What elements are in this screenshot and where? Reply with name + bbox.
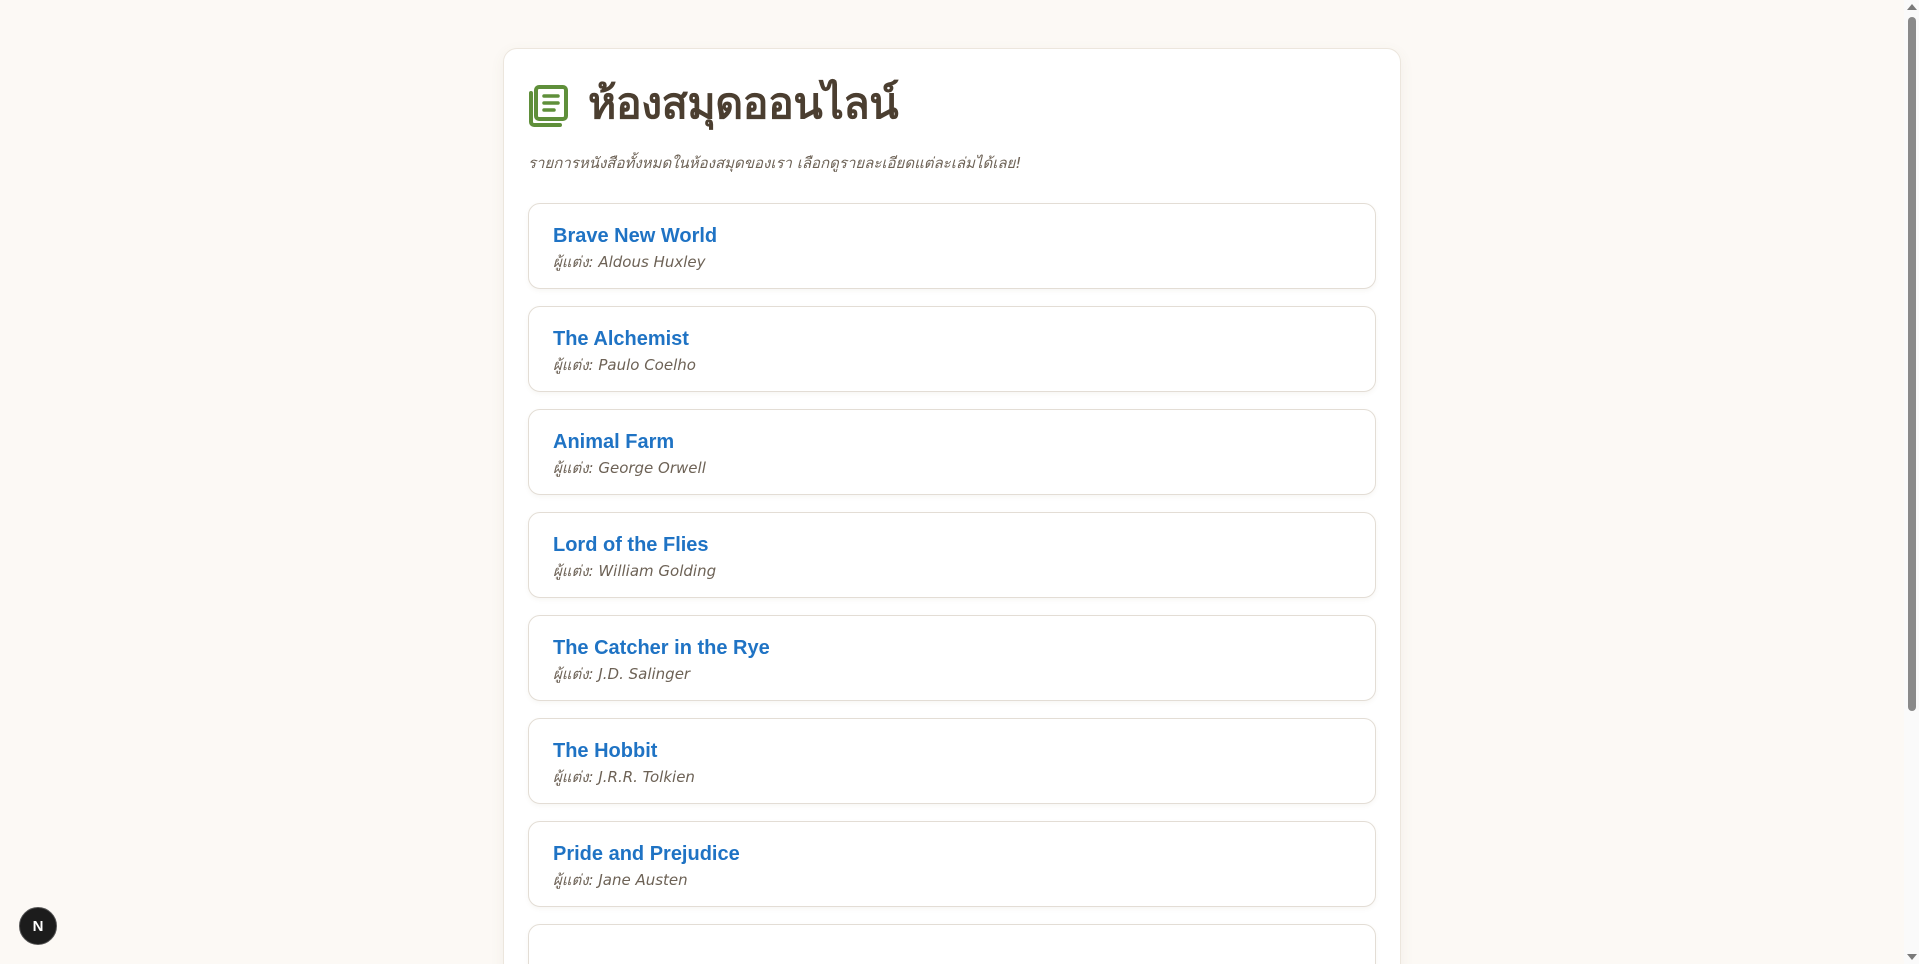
book-title-link[interactable]: Lord of the Flies — [553, 533, 1351, 557]
scroll-up-arrow-icon[interactable] — [1907, 4, 1917, 10]
book-list-item[interactable]: The Alchemist ผู้แต่ง: Paulo Coelho — [528, 306, 1376, 392]
book-list-item[interactable] — [528, 924, 1376, 964]
book-title-link[interactable]: The Alchemist — [553, 327, 1351, 351]
book-list-item[interactable]: The Hobbit ผู้แต่ง: J.R.R. Tolkien — [528, 718, 1376, 804]
book-author: ผู้แต่ง: J.R.R. Tolkien — [553, 768, 695, 786]
book-list-item[interactable]: Animal Farm ผู้แต่ง: George Orwell — [528, 409, 1376, 495]
vertical-scrollbar[interactable] — [1904, 0, 1919, 964]
book-title-link[interactable]: Animal Farm — [553, 430, 1351, 454]
book-author: ผู้แต่ง: William Golding — [553, 562, 717, 580]
book-list-item[interactable]: Pride and Prejudice ผู้แต่ง: Jane Austen — [528, 821, 1376, 907]
page: ห้องสมุดออนไลน์ รายการหนังสือทั้งหมดในห้… — [0, 0, 1919, 964]
book-author: ผู้แต่ง: Jane Austen — [553, 871, 688, 889]
book-title-link[interactable]: The Catcher in the Rye — [553, 636, 1351, 660]
book-author: ผู้แต่ง: J.D. Salinger — [553, 665, 691, 683]
book-icon — [529, 85, 568, 127]
book-list-item[interactable]: Brave New World ผู้แต่ง: Aldous Huxley — [528, 203, 1376, 289]
book-author: ผู้แต่ง: Aldous Huxley — [553, 253, 706, 271]
book-title-link[interactable]: Brave New World — [553, 224, 1351, 248]
book-title-link[interactable]: The Hobbit — [553, 739, 1351, 763]
book-list-item[interactable]: Lord of the Flies ผู้แต่ง: William Goldi… — [528, 512, 1376, 598]
book-author: ผู้แต่ง: Paulo Coelho — [553, 356, 696, 374]
page-title: ห้องสมุดออนไลน์ — [588, 79, 899, 129]
book-author: ผู้แต่ง: George Orwell — [553, 459, 706, 477]
book-title-link[interactable]: Pride and Prejudice — [553, 842, 1351, 866]
book-list: Brave New World ผู้แต่ง: Aldous Huxley T… — [528, 203, 1376, 964]
scroll-down-arrow-icon[interactable] — [1907, 954, 1917, 960]
header: ห้องสมุดออนไลน์ — [528, 80, 1376, 128]
book-list-item[interactable]: The Catcher in the Rye ผู้แต่ง: J.D. Sal… — [528, 615, 1376, 701]
dev-tools-badge[interactable]: N — [19, 907, 57, 945]
scrollbar-thumb[interactable] — [1908, 17, 1916, 711]
library-card: ห้องสมุดออนไลน์ รายการหนังสือทั้งหมดในห้… — [503, 48, 1401, 964]
page-subtitle: รายการหนังสือทั้งหมดในห้องสมุดของเรา เลื… — [528, 154, 1022, 172]
